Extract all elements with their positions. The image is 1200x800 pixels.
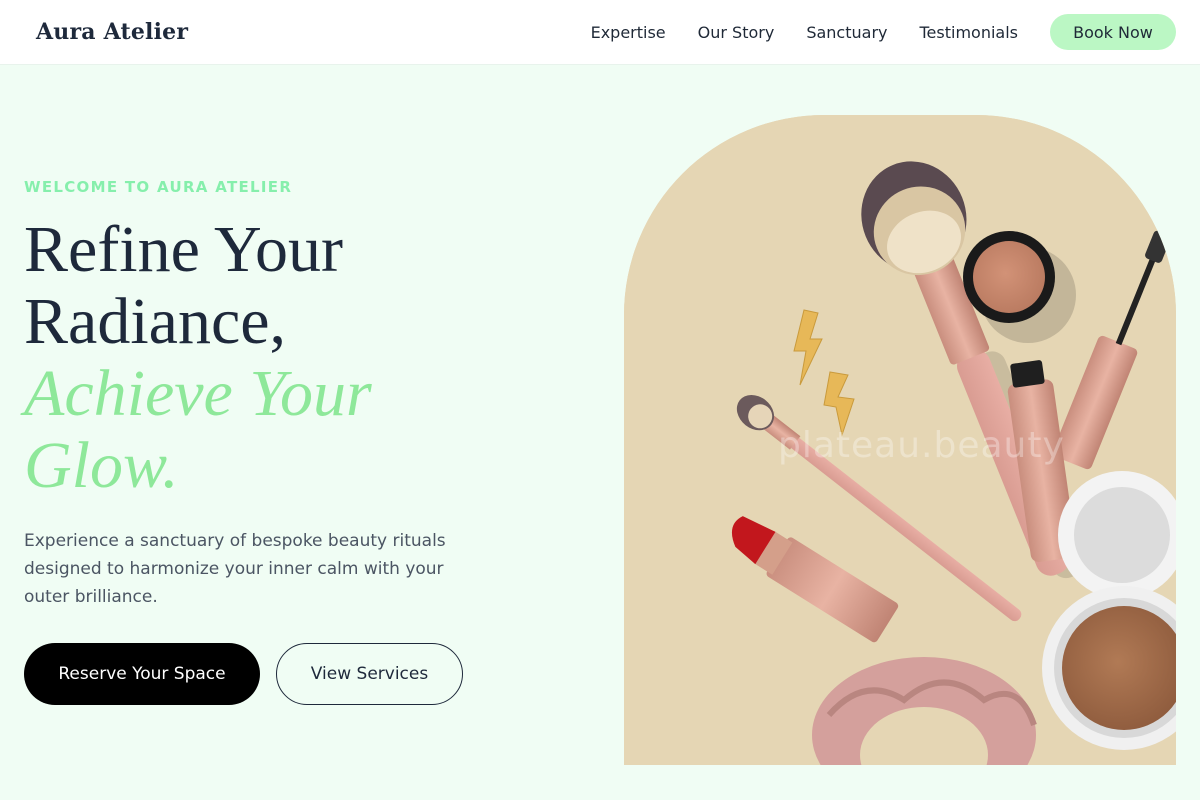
headline-line-1: Refine Your	[24, 213, 344, 286]
image-watermark: plateau.beauty	[778, 425, 1065, 466]
headline-accent-1: Achieve Your	[24, 357, 372, 430]
hero-eyebrow: WELCOME TO AURA ATELIER	[24, 178, 293, 196]
main-nav: Expertise Our Story Sanctuary Testimonia…	[591, 14, 1176, 50]
nav-link-testimonials[interactable]: Testimonials	[920, 23, 1019, 42]
hero-headline: Refine Your Radiance, Achieve Your Glow.	[24, 214, 584, 502]
site-header: Aura Atelier Expertise Our Story Sanctua…	[0, 0, 1200, 65]
view-services-button[interactable]: View Services	[276, 643, 463, 705]
headline-accent-2: Glow.	[24, 429, 179, 502]
nav-link-sanctuary[interactable]: Sanctuary	[806, 23, 887, 42]
nav-link-our-story[interactable]: Our Story	[698, 23, 775, 42]
hero-product-image: plateau.beauty	[624, 115, 1176, 765]
book-now-button[interactable]: Book Now	[1050, 14, 1176, 50]
headline-line-2: Radiance,	[24, 285, 287, 358]
reserve-space-button[interactable]: Reserve Your Space	[24, 643, 260, 705]
nav-link-expertise[interactable]: Expertise	[591, 23, 666, 42]
site-logo[interactable]: Aura Atelier	[36, 19, 188, 45]
hero-description: Experience a sanctuary of bespoke beauty…	[24, 531, 446, 607]
